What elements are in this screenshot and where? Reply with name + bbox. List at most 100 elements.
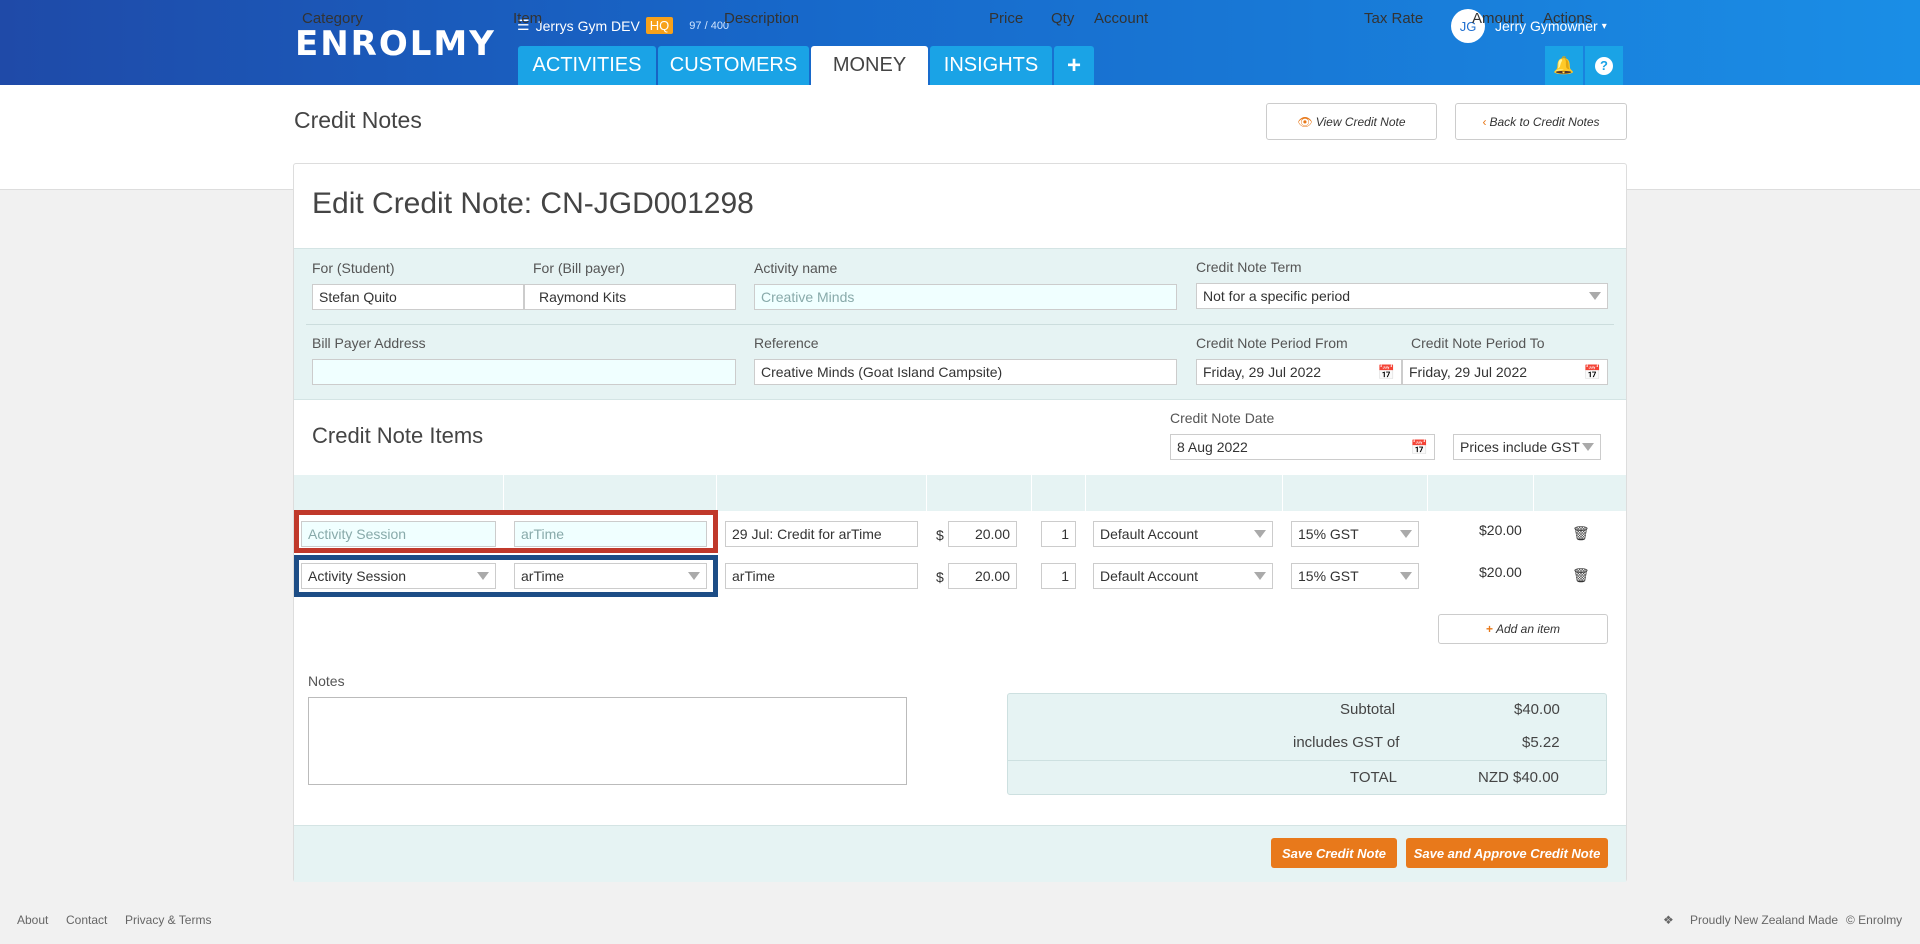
col-account: Account (1094, 10, 1149, 27)
tab-activities[interactable]: ACTIVITIES (518, 46, 656, 85)
gst-mode-value: Prices include GST (1460, 439, 1580, 455)
bill-payer-address-field[interactable] (312, 359, 736, 385)
view-credit-note-button[interactable]: 👁 View Credit Note (1266, 103, 1437, 140)
period-to-field[interactable]: Friday, 29 Jul 2022 📅 (1402, 359, 1608, 385)
save-and-approve-button[interactable]: Save and Approve Credit Note (1406, 838, 1608, 868)
column-separator (1031, 475, 1032, 511)
period-to-value: Friday, 29 Jul 2022 (1409, 364, 1528, 380)
hq-badge: HQ (645, 17, 674, 34)
add-item-label: Add an item (1495, 622, 1561, 636)
add-item-button[interactable]: + Add an item (1438, 614, 1608, 644)
trash-icon[interactable]: 🗑 (1572, 525, 1590, 542)
back-to-credit-notes-button[interactable]: ‹ Back to Credit Notes (1455, 103, 1627, 140)
col-actions: Actions (1543, 10, 1593, 27)
bill-payer-address-label: Bill Payer Address (312, 335, 426, 351)
for-student-field[interactable]: Stefan Quito (312, 284, 524, 310)
term-value: Not for a specific period (1203, 288, 1351, 304)
for-student-label: For (Student) (312, 260, 395, 276)
footer-copyright: © Enrolmy (1846, 913, 1903, 927)
footer-made-in-nz: Proudly New Zealand Made (1690, 913, 1839, 927)
edit-heading: Edit Credit Note: CN-JGD001298 (312, 187, 754, 220)
row2-description-field[interactable]: arTime (725, 563, 918, 589)
column-separator (926, 475, 927, 511)
help-icon[interactable]: ? (1585, 46, 1623, 85)
plus-icon: + (1485, 622, 1493, 636)
row2-tax-rate-value: 15% GST (1298, 568, 1359, 584)
row2-account-value: Default Account (1100, 568, 1199, 584)
row1-price-field[interactable]: 20.00 (948, 521, 1017, 547)
row1-amount: $20.00 (1479, 522, 1522, 538)
credit-note-date-label: Credit Note Date (1170, 410, 1275, 426)
row2-price-field[interactable]: 20.00 (948, 563, 1017, 589)
totals-divider (1008, 760, 1606, 761)
notes-label: Notes (308, 673, 345, 689)
trash-icon[interactable]: 🗑 (1572, 567, 1590, 584)
subtotal-value: $40.00 (1514, 701, 1560, 718)
activity-name-field[interactable]: Creative Minds (754, 284, 1177, 310)
tab-insights[interactable]: INSIGHTS (930, 46, 1052, 85)
chevron-down-icon[interactable]: ▾ (1602, 21, 1607, 32)
credit-note-date-value: 8 Aug 2022 (1177, 439, 1248, 455)
gst-label: includes GST of (1293, 734, 1400, 751)
term-label: Credit Note Term (1196, 259, 1302, 275)
gym-menu[interactable]: ☰ Jerrys Gym DEV HQ 97 / 400 (517, 17, 729, 34)
row2-account-select[interactable]: Default Account (1093, 563, 1273, 589)
chevron-down-icon (1400, 530, 1412, 538)
bell-icon[interactable]: 🔔 (1545, 46, 1583, 85)
save-credit-note-button[interactable]: Save Credit Note (1271, 838, 1397, 868)
column-separator (1282, 475, 1283, 511)
footer-privacy-link[interactable]: Privacy & Terms (125, 913, 211, 927)
row1-account-value: Default Account (1100, 526, 1199, 542)
highlight-box-red (294, 510, 718, 553)
row1-currency: $ (936, 527, 944, 543)
gst-value: $5.22 (1522, 734, 1560, 751)
column-separator (503, 475, 504, 511)
enrolmy-logo[interactable]: ENROLMY (295, 24, 496, 64)
term-select[interactable]: Not for a specific period (1196, 283, 1608, 309)
calendar-icon[interactable]: 📅 (1378, 364, 1395, 381)
reference-label: Reference (754, 335, 819, 351)
chevron-down-icon (1254, 530, 1266, 538)
row2-currency: $ (936, 569, 944, 585)
tab-money[interactable]: MONEY (811, 46, 928, 85)
footer-about-link[interactable]: About (17, 913, 48, 927)
col-amount: Amount (1472, 10, 1524, 27)
row1-qty-field[interactable]: 1 (1041, 521, 1076, 547)
view-credit-note-label: View Credit Note (1315, 114, 1406, 129)
total-label: TOTAL (1350, 769, 1397, 786)
chevron-down-icon (1400, 572, 1412, 580)
row1-account-select[interactable]: Default Account (1093, 521, 1273, 547)
row1-description-field[interactable]: 29 Jul: Credit for arTime (725, 521, 918, 547)
notes-textarea[interactable] (308, 697, 907, 785)
subtotal-label: Subtotal (1340, 701, 1396, 718)
col-description: Description (724, 10, 800, 27)
add-tab-plus-icon[interactable]: + (1054, 46, 1094, 85)
footer-contact-link[interactable]: Contact (66, 913, 107, 927)
divider (306, 324, 1614, 325)
back-label: Back to Credit Notes (1489, 114, 1600, 129)
for-bill-payer-field[interactable]: Raymond Kits (524, 284, 736, 310)
col-price: Price (989, 10, 1024, 27)
eye-icon: 👁 (1297, 114, 1313, 129)
credit-note-date-field[interactable]: 8 Aug 2022 📅 (1170, 434, 1435, 460)
tab-customers[interactable]: CUSTOMERS (658, 46, 809, 85)
column-separator (1085, 475, 1086, 511)
gst-mode-select[interactable]: Prices include GST (1453, 434, 1601, 460)
calendar-icon[interactable]: 📅 (1584, 364, 1601, 381)
col-tax-rate: Tax Rate (1364, 10, 1424, 27)
gym-name[interactable]: Jerrys Gym DEV (536, 18, 640, 34)
reference-field[interactable]: Creative Minds (Goat Island Campsite) (754, 359, 1177, 385)
calendar-icon[interactable]: 📅 (1411, 439, 1428, 456)
chevron-down-icon (1254, 572, 1266, 580)
activity-name-label: Activity name (754, 260, 838, 276)
chevron-down-icon (1582, 443, 1594, 451)
total-value: NZD $40.00 (1478, 769, 1559, 786)
period-from-field[interactable]: Friday, 29 Jul 2022 📅 (1196, 359, 1402, 385)
chevron-down-icon (1589, 292, 1601, 300)
row1-tax-rate-select[interactable]: 15% GST (1291, 521, 1419, 547)
col-category: Category (302, 10, 363, 27)
row1-tax-rate-value: 15% GST (1298, 526, 1359, 542)
row2-tax-rate-select[interactable]: 15% GST (1291, 563, 1419, 589)
highlight-box-blue (294, 555, 718, 597)
row2-qty-field[interactable]: 1 (1041, 563, 1076, 589)
